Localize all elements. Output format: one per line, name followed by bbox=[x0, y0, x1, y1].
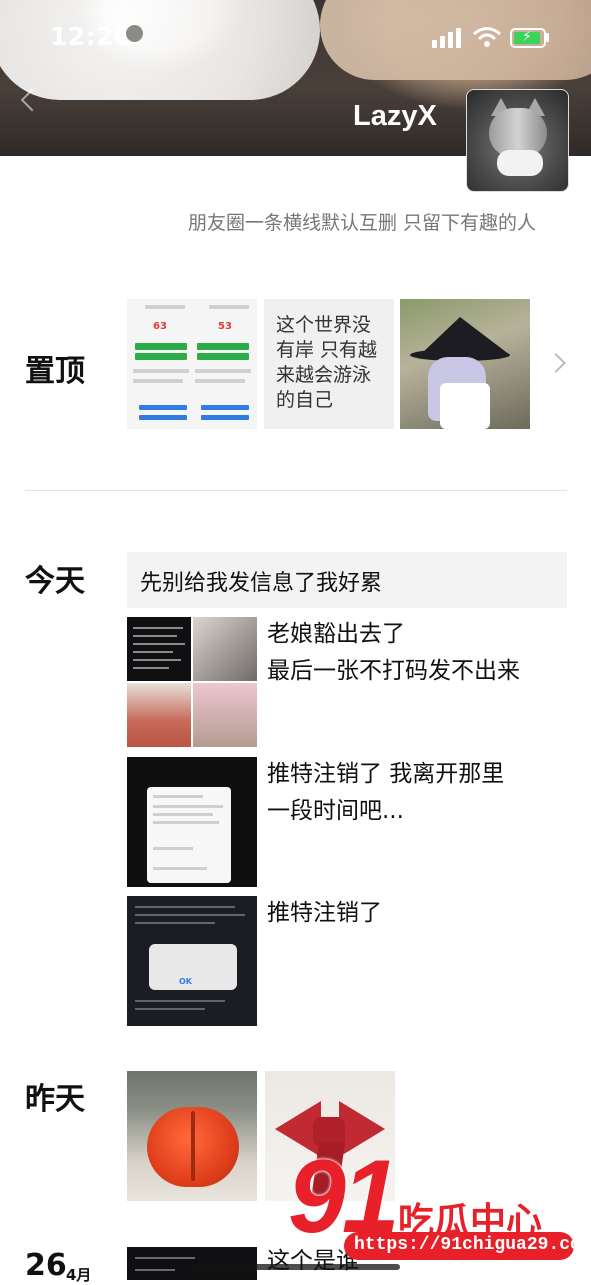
post-image[interactable] bbox=[127, 1071, 257, 1201]
home-indicator bbox=[190, 1264, 400, 1270]
divider bbox=[25, 490, 567, 491]
pinned-text-tile: 这个世界没有岸 只有越来越会游泳的自己 bbox=[276, 314, 378, 411]
signal-icon bbox=[432, 28, 462, 48]
cover-fur bbox=[0, 0, 320, 100]
pinned-thumb-text[interactable]: 这个世界没有岸 只有越来越会游泳的自己 bbox=[264, 299, 394, 429]
profile-username: LazyX bbox=[353, 100, 437, 132]
avatar[interactable] bbox=[466, 89, 569, 192]
date-day: 26 bbox=[25, 1248, 67, 1283]
pinned-label: 置顶 bbox=[25, 354, 85, 389]
post-image[interactable]: OK bbox=[127, 896, 257, 1026]
status-time: 12:20 bbox=[50, 22, 133, 51]
post-caption: 老娘豁出去了 bbox=[267, 621, 405, 647]
pinned-thumb-photo[interactable] bbox=[400, 299, 530, 429]
battery-cap bbox=[546, 33, 549, 42]
battery-icon: ⚡ bbox=[510, 28, 546, 48]
day-label-yesterday: 昨天 bbox=[25, 1082, 85, 1117]
watermark-url: https://91chigua29.com bbox=[354, 1235, 591, 1255]
text-post-content: 先别给我发信息了我好累 bbox=[140, 571, 383, 596]
date-month: 4月 bbox=[66, 1266, 92, 1284]
post-caption: 推特注销了 bbox=[267, 900, 382, 926]
day-label-today: 今天 bbox=[25, 564, 85, 599]
post-caption: 一段时间吧... bbox=[267, 798, 404, 824]
chevron-right-icon[interactable] bbox=[546, 353, 566, 373]
post-image-grid[interactable] bbox=[127, 617, 257, 747]
profile-signature: 朋友圈一条横线默认互删 只留下有趣的人 bbox=[188, 212, 537, 234]
post-caption: 推特注销了 我离开那里 bbox=[267, 761, 505, 787]
post-caption: 最后一张不打码发不出来 bbox=[267, 658, 520, 684]
wifi-icon bbox=[473, 27, 501, 47]
post-image[interactable] bbox=[127, 757, 257, 887]
watermark-logo: 91 吃瓜中心 https://91chigua29.com bbox=[288, 1139, 591, 1280]
pinned-thumb-doc[interactable]: 63 53 bbox=[127, 299, 257, 429]
moon-icon bbox=[121, 25, 143, 45]
text-post[interactable]: 先别给我发信息了我好累 bbox=[127, 552, 567, 608]
